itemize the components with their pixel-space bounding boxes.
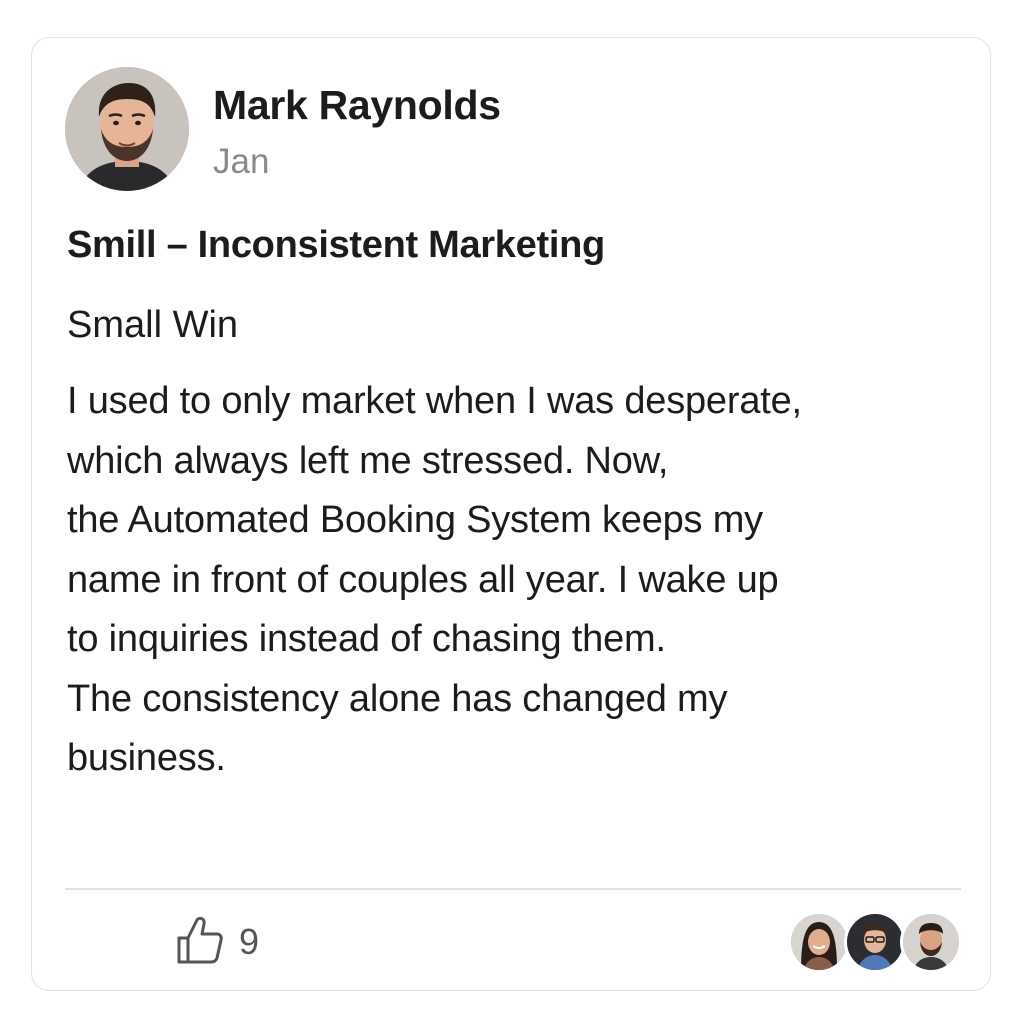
footer-divider (65, 888, 961, 890)
reactor-avatar-man-beard-icon[interactable] (900, 911, 962, 973)
like-count: 9 (239, 921, 260, 962)
reactor-avatar-man-glasses-icon[interactable] (844, 911, 906, 973)
post-title: Smill – Inconsistent Marketing (67, 224, 605, 266)
user-avatar-icon (65, 67, 189, 191)
post-body-line: which always left me stressed. Now, (67, 439, 669, 482)
post-body-line: the Automated Booking System keeps my (67, 499, 763, 541)
post-subtitle: Small Win (67, 304, 239, 346)
post-body-line: I used to only market when I was despera… (67, 380, 802, 422)
thumbs-up-icon[interactable] (175, 914, 225, 971)
post-body: I used to only market when I was despera… (67, 372, 967, 789)
reactor-avatar-woman-icon[interactable] (788, 911, 850, 973)
post-body-line: name in front of couples all year. I wak… (67, 558, 779, 601)
author-name[interactable]: Mark Raynolds (213, 82, 501, 129)
reactor-avatars[interactable] (788, 911, 962, 973)
post-body-line: business. (67, 737, 226, 779)
post-date: Jan (213, 142, 270, 181)
post-card: Mark Raynolds Jan Smill – Inconsistent M… (31, 37, 991, 991)
post-body-line: The consistency alone has changed my (67, 677, 728, 720)
post-body-line: to inquiries instead of chasing them. (67, 618, 666, 660)
like-button[interactable]: 9 (175, 914, 259, 970)
author-avatar[interactable] (65, 67, 189, 191)
